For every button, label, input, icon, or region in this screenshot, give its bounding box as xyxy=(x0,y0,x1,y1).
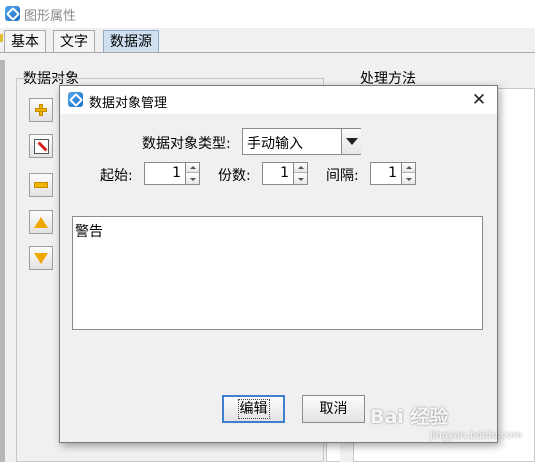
dialog-app-icon xyxy=(68,92,83,107)
interval-value: 1 xyxy=(388,165,397,181)
increment-icon[interactable] xyxy=(186,163,199,173)
move-down-button[interactable] xyxy=(29,246,53,270)
edit-object-button[interactable] xyxy=(29,134,53,158)
remove-button[interactable] xyxy=(29,173,53,197)
increment-icon[interactable] xyxy=(294,163,307,173)
tabstrip-divider xyxy=(0,52,535,53)
edit-button-label: 编辑 xyxy=(237,399,270,419)
watermark-url: jingyan.baidu.com xyxy=(430,430,523,441)
tab-text[interactable]: 文字 xyxy=(53,30,95,53)
tab-basic[interactable]: 基本 xyxy=(4,30,46,53)
dialog-title: 数据对象管理 xyxy=(89,96,168,111)
increment-icon[interactable] xyxy=(402,163,415,173)
tab-data-source[interactable]: 数据源 xyxy=(103,30,159,53)
object-type-value: 手动输入 xyxy=(247,136,303,152)
chevron-down-icon[interactable] xyxy=(341,129,361,154)
app-icon xyxy=(5,6,20,21)
start-value: 1 xyxy=(172,165,181,181)
object-type-label: 数据对象类型: xyxy=(142,136,231,152)
decrement-icon[interactable] xyxy=(294,174,307,184)
add-icon xyxy=(35,104,47,116)
window-titlebar xyxy=(0,0,535,28)
canvas-marker xyxy=(0,34,3,42)
window-title: 图形属性 xyxy=(24,9,77,24)
copies-spinner[interactable]: 1 xyxy=(262,162,308,185)
interval-spinner[interactable]: 1 xyxy=(370,162,416,185)
decrement-icon[interactable] xyxy=(186,174,199,184)
copies-spinner-buttons xyxy=(293,163,307,184)
start-spinner-buttons xyxy=(185,163,199,184)
watermark-logo: Bai 经验 xyxy=(370,406,449,428)
interval-spinner-buttons xyxy=(401,163,415,184)
content-textarea[interactable]: 警告 xyxy=(72,216,483,330)
cancel-button[interactable]: 取消 xyxy=(302,395,365,423)
interval-label: 间隔: xyxy=(326,168,359,184)
start-label: 起始: xyxy=(100,168,133,184)
copies-label: 份数: xyxy=(218,168,251,184)
move-down-icon xyxy=(34,252,48,264)
canvas-edge xyxy=(0,60,5,462)
object-type-select[interactable]: 手动输入 xyxy=(242,128,361,155)
copies-value: 1 xyxy=(280,165,289,181)
move-up-button[interactable] xyxy=(29,210,53,234)
edit-button[interactable]: 编辑 xyxy=(222,395,285,423)
close-icon[interactable]: ✕ xyxy=(468,89,490,111)
edit-icon xyxy=(33,138,49,154)
start-spinner[interactable]: 1 xyxy=(144,162,200,185)
remove-icon xyxy=(34,182,48,188)
move-up-icon xyxy=(34,216,48,228)
add-button[interactable] xyxy=(29,98,53,122)
decrement-icon[interactable] xyxy=(402,174,415,184)
data-object-manager-dialog: 数据对象管理 ✕ 数据对象类型: 手动输入 起始: 1 份数: 1 间隔: 1 … xyxy=(59,85,498,443)
